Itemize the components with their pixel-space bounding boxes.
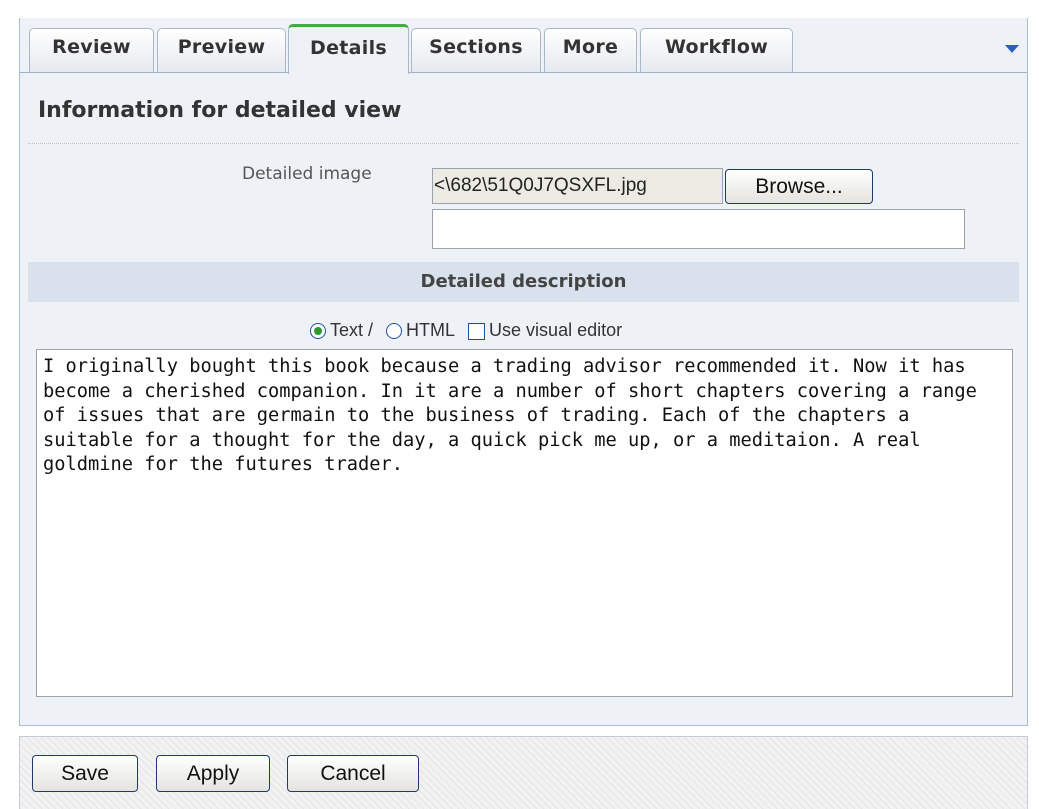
radio-text[interactable] — [310, 323, 326, 340]
apply-button[interactable]: Apply — [156, 755, 270, 792]
tab-workflow[interactable]: Workflow — [640, 28, 793, 72]
detailed-description-header: Detailed description — [28, 262, 1019, 302]
visual-editor-option[interactable]: Use visual editor — [468, 316, 622, 344]
visual-editor-label: Use visual editor — [489, 320, 623, 340]
file-path-field[interactable]: <\682\51Q0J7QSXFL.jpg — [432, 168, 723, 204]
mode-html-label: HTML — [406, 320, 456, 340]
browse-button[interactable]: Browse... — [725, 169, 873, 204]
image-url-input[interactable] — [432, 209, 965, 249]
divider — [28, 143, 1019, 144]
mode-text-label: Text / — [330, 320, 374, 340]
tab-details[interactable]: Details — [288, 24, 409, 74]
mode-html-option[interactable]: HTML — [386, 316, 455, 344]
cancel-button[interactable]: Cancel — [287, 755, 419, 792]
visual-editor-checkbox[interactable] — [468, 322, 486, 340]
mode-text-option[interactable]: Text / — [310, 316, 373, 344]
button-bar: Save Apply Cancel — [19, 736, 1028, 809]
page-title: Information for detailed view — [38, 98, 402, 123]
radio-html[interactable] — [386, 323, 403, 340]
detailed-image-label: Detailed image — [242, 164, 372, 184]
description-textarea[interactable]: I originally bought this book because a … — [36, 349, 1013, 697]
tab-review[interactable]: Review — [29, 28, 154, 72]
tab-more[interactable]: More — [544, 28, 637, 72]
description-mode-row: Text / HTML Use visual editor — [310, 316, 630, 344]
save-button[interactable]: Save — [32, 755, 138, 792]
details-panel: Review Preview Details Sections More Wor… — [19, 18, 1028, 726]
tab-strip: Review Preview Details Sections More Wor… — [20, 18, 1027, 74]
tab-preview[interactable]: Preview — [157, 28, 286, 72]
tab-sections[interactable]: Sections — [411, 28, 541, 72]
chevron-down-icon[interactable] — [1005, 45, 1019, 53]
